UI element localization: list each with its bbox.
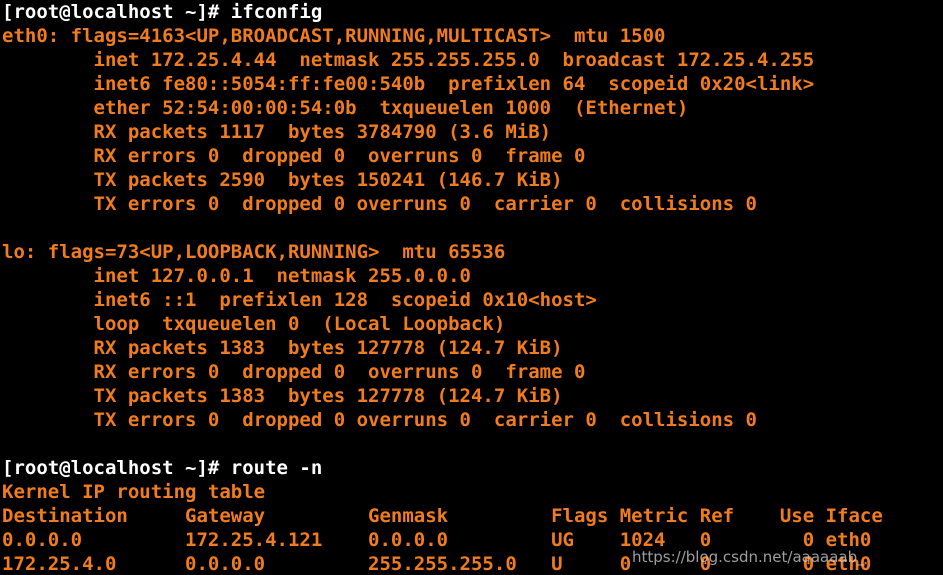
terminal-line: inet 172.25.4.44 netmask 255.255.255.0 b… [2, 49, 815, 71]
terminal-line: Kernel IP routing table [2, 481, 266, 503]
routing-table-header: Destination Gateway Genmask Flags Metric… [2, 505, 883, 527]
terminal-line-prompt-ifconfig: [root@localhost ~]# ifconfig [2, 1, 323, 23]
terminal-line: eth0: flags=4163<UP,BROADCAST,RUNNING,MU… [2, 25, 666, 47]
terminal-window[interactable]: [root@localhost ~]# ifconfig eth0: flags… [0, 0, 943, 575]
terminal-line: RX errors 0 dropped 0 overruns 0 frame 0 [2, 145, 586, 167]
terminal-line: RX packets 1117 bytes 3784790 (3.6 MiB) [2, 121, 552, 143]
terminal-line: TX errors 0 dropped 0 overruns 0 carrier… [2, 409, 757, 431]
terminal-line: inet6 fe80::5054:ff:fe00:540b prefixlen … [2, 73, 815, 95]
terminal-line: RX packets 1383 bytes 127778 (124.7 KiB) [2, 337, 563, 359]
terminal-line-prompt-route: [root@localhost ~]# route -n [2, 457, 323, 479]
terminal-line: loop txqueuelen 0 (Local Loopback) [2, 313, 506, 335]
terminal-line: RX errors 0 dropped 0 overruns 0 frame 0 [2, 361, 586, 383]
terminal-line: inet6 ::1 prefixlen 128 scopeid 0x10<hos… [2, 289, 597, 311]
terminal-line: lo: flags=73<UP,LOOPBACK,RUNNING> mtu 65… [2, 241, 506, 263]
watermark-text: https://blog.csdn.net/aaaaaab_ [632, 548, 865, 566]
terminal-line: TX packets 1383 bytes 127778 (124.7 KiB) [2, 385, 563, 407]
terminal-line: ether 52:54:00:00:54:0b txqueuelen 1000 … [2, 97, 689, 119]
terminal-line: inet 127.0.0.1 netmask 255.0.0.0 [2, 265, 472, 287]
terminal-line: TX errors 0 dropped 0 overruns 0 carrier… [2, 193, 757, 215]
terminal-line: TX packets 2590 bytes 150241 (146.7 KiB) [2, 169, 563, 191]
